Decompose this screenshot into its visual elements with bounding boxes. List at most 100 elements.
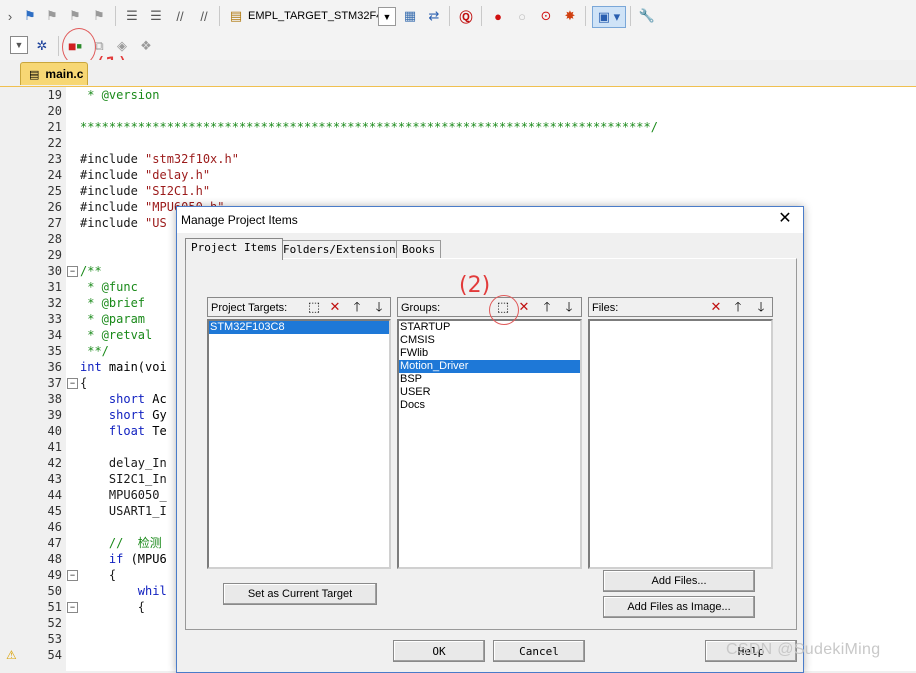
rebuild-icon[interactable]: ⇄ xyxy=(424,6,444,26)
fold-toggle-icon[interactable]: − xyxy=(67,602,78,613)
code-line[interactable]: if (MPU6 xyxy=(80,551,167,567)
code-line[interactable]: #include "stm32f10x.h" xyxy=(80,151,239,167)
line-number: 36 xyxy=(47,360,62,374)
line-number: 27 xyxy=(47,216,62,230)
code-line[interactable]: SI2C1_In xyxy=(80,471,167,487)
code-line[interactable]: // 检测 xyxy=(80,535,162,551)
move-down-icon[interactable]: 🡓 xyxy=(560,299,578,315)
code-line[interactable]: ****************************************… xyxy=(80,119,658,135)
bookmark-prev-icon[interactable]: ⚑ xyxy=(20,6,40,26)
tab-folders-extensions[interactable]: Folders/Extensions xyxy=(277,240,409,259)
code-line[interactable]: * @retval xyxy=(80,327,152,343)
code-line[interactable]: float Te xyxy=(80,423,167,439)
code-line[interactable]: whil xyxy=(80,583,167,599)
move-up-icon[interactable]: 🡑 xyxy=(538,299,556,315)
outdent-icon[interactable]: ☰ xyxy=(146,6,166,26)
code-line[interactable]: #include "US xyxy=(80,215,167,231)
move-up-icon[interactable]: 🡑 xyxy=(348,299,366,315)
line-number: 40 xyxy=(47,424,62,438)
close-icon[interactable]: ✕ xyxy=(775,209,795,229)
files-list[interactable] xyxy=(588,319,773,569)
cancel-button[interactable]: Cancel xyxy=(493,640,585,662)
select-pack-icon[interactable]: ◈ xyxy=(112,36,132,56)
line-number: 34 xyxy=(47,328,62,342)
move-down-icon[interactable]: 🡓 xyxy=(370,299,388,315)
chevron-down-icon[interactable]: ▼ xyxy=(10,36,28,54)
config-icon[interactable]: 🔧 xyxy=(637,6,657,26)
group-item[interactable]: Motion_Driver xyxy=(399,360,580,373)
code-line[interactable]: * @brief xyxy=(80,295,145,311)
code-line[interactable]: { xyxy=(80,567,116,583)
group-item[interactable]: STARTUP xyxy=(399,321,580,334)
line-number: 48 xyxy=(47,552,62,566)
breakpoint-disable-all-icon[interactable]: ⊙ xyxy=(536,6,556,26)
bookmark-clear-all-icon[interactable]: ⚑ xyxy=(89,6,109,26)
toolbar-separator xyxy=(481,6,482,26)
add-files-as-image-button[interactable]: Add Files as Image... xyxy=(603,596,755,618)
toolbar-separator xyxy=(585,6,586,26)
comment-icon[interactable]: // xyxy=(170,6,190,26)
move-down-icon[interactable]: 🡓 xyxy=(752,299,770,315)
magic-wand-icon[interactable]: ✲ xyxy=(32,36,52,56)
line-number: 39 xyxy=(47,408,62,422)
bookmark-next-icon[interactable]: ⚑ xyxy=(42,6,62,26)
load-icon[interactable]: ▤ xyxy=(226,6,246,26)
code-line[interactable]: { xyxy=(80,375,87,391)
group-item[interactable]: USER xyxy=(399,386,580,399)
target-options-icon[interactable]: ▦ xyxy=(400,6,420,26)
code-line[interactable]: short Ac xyxy=(80,391,167,407)
code-line[interactable]: * @version xyxy=(80,87,159,103)
code-line[interactable]: int main(voi xyxy=(80,359,167,375)
breakpoint-kill-icon[interactable]: ✸ xyxy=(560,6,580,26)
ok-button[interactable]: OK xyxy=(393,640,485,662)
code-line[interactable]: /** xyxy=(80,263,102,279)
line-number: 21 xyxy=(47,120,62,134)
target-select[interactable]: EMPL_TARGET_STM32F4 xyxy=(248,7,382,25)
line-number: 28 xyxy=(47,232,62,246)
fold-toggle-icon[interactable]: − xyxy=(67,570,78,581)
code-line[interactable]: **/ xyxy=(80,343,109,359)
bookmark-clear-icon[interactable]: ⚑ xyxy=(65,6,85,26)
group-item[interactable]: BSP xyxy=(399,373,580,386)
target-item[interactable]: STM32F103C8 xyxy=(209,321,389,334)
code-line[interactable]: * @func xyxy=(80,279,138,295)
code-line[interactable]: short Gy xyxy=(80,407,167,423)
group-item[interactable]: CMSIS xyxy=(399,334,580,347)
toolbar-separator xyxy=(630,6,631,26)
tab-main-c[interactable]: ▤ main.c xyxy=(20,62,88,85)
uncomment-icon[interactable]: // xyxy=(194,6,214,26)
add-files-button[interactable]: Add Files... xyxy=(603,570,755,592)
group-item[interactable]: Docs xyxy=(399,399,580,412)
code-line[interactable]: USART1_I xyxy=(80,503,167,519)
breakpoint-icon[interactable]: ● xyxy=(488,6,508,26)
bookmark-toggle-icon[interactable]: › xyxy=(0,6,20,26)
breakpoint-disable-icon[interactable]: ○ xyxy=(512,6,532,26)
group-item[interactable]: FWlib xyxy=(399,347,580,360)
toolbar-separator xyxy=(115,6,116,26)
fold-toggle-icon[interactable]: − xyxy=(67,378,78,389)
groups-list[interactable]: STARTUP CMSIS FWlib Motion_Driver BSP USER Doc… xyxy=(397,319,582,569)
indent-icon[interactable]: ☰ xyxy=(122,6,142,26)
tab-books[interactable]: Books xyxy=(396,240,442,259)
tab-project-items[interactable]: Project Items xyxy=(185,238,284,260)
delete-icon[interactable]: ✕ xyxy=(707,299,725,315)
set-current-target-button[interactable]: Set as Current Target xyxy=(223,583,377,605)
manage-rte-icon[interactable]: ❖ xyxy=(136,36,156,56)
delete-icon[interactable]: ✕ xyxy=(326,299,344,315)
new-item-icon[interactable]: ⬚ xyxy=(305,299,323,315)
code-line[interactable]: { xyxy=(80,599,145,615)
chevron-down-icon[interactable]: ▼ xyxy=(378,7,396,26)
toolbar-separator xyxy=(58,36,59,56)
line-number: 42 xyxy=(47,456,62,470)
code-line[interactable]: * @param xyxy=(80,311,145,327)
move-up-icon[interactable]: 🡑 xyxy=(729,299,747,315)
debug-icon[interactable]: Ⓠ xyxy=(456,6,476,26)
code-line[interactable]: #include "delay.h" xyxy=(80,167,210,183)
code-line[interactable]: delay_In xyxy=(80,455,167,471)
fold-toggle-icon[interactable]: − xyxy=(67,266,78,277)
code-line[interactable]: MPU6050_ xyxy=(80,487,167,503)
line-number: 50 xyxy=(47,584,62,598)
window-icon[interactable]: ▣ ▾ xyxy=(592,6,626,28)
code-line[interactable]: #include "SI2C1.h" xyxy=(80,183,210,199)
targets-list[interactable]: STM32F103C8 xyxy=(207,319,391,569)
